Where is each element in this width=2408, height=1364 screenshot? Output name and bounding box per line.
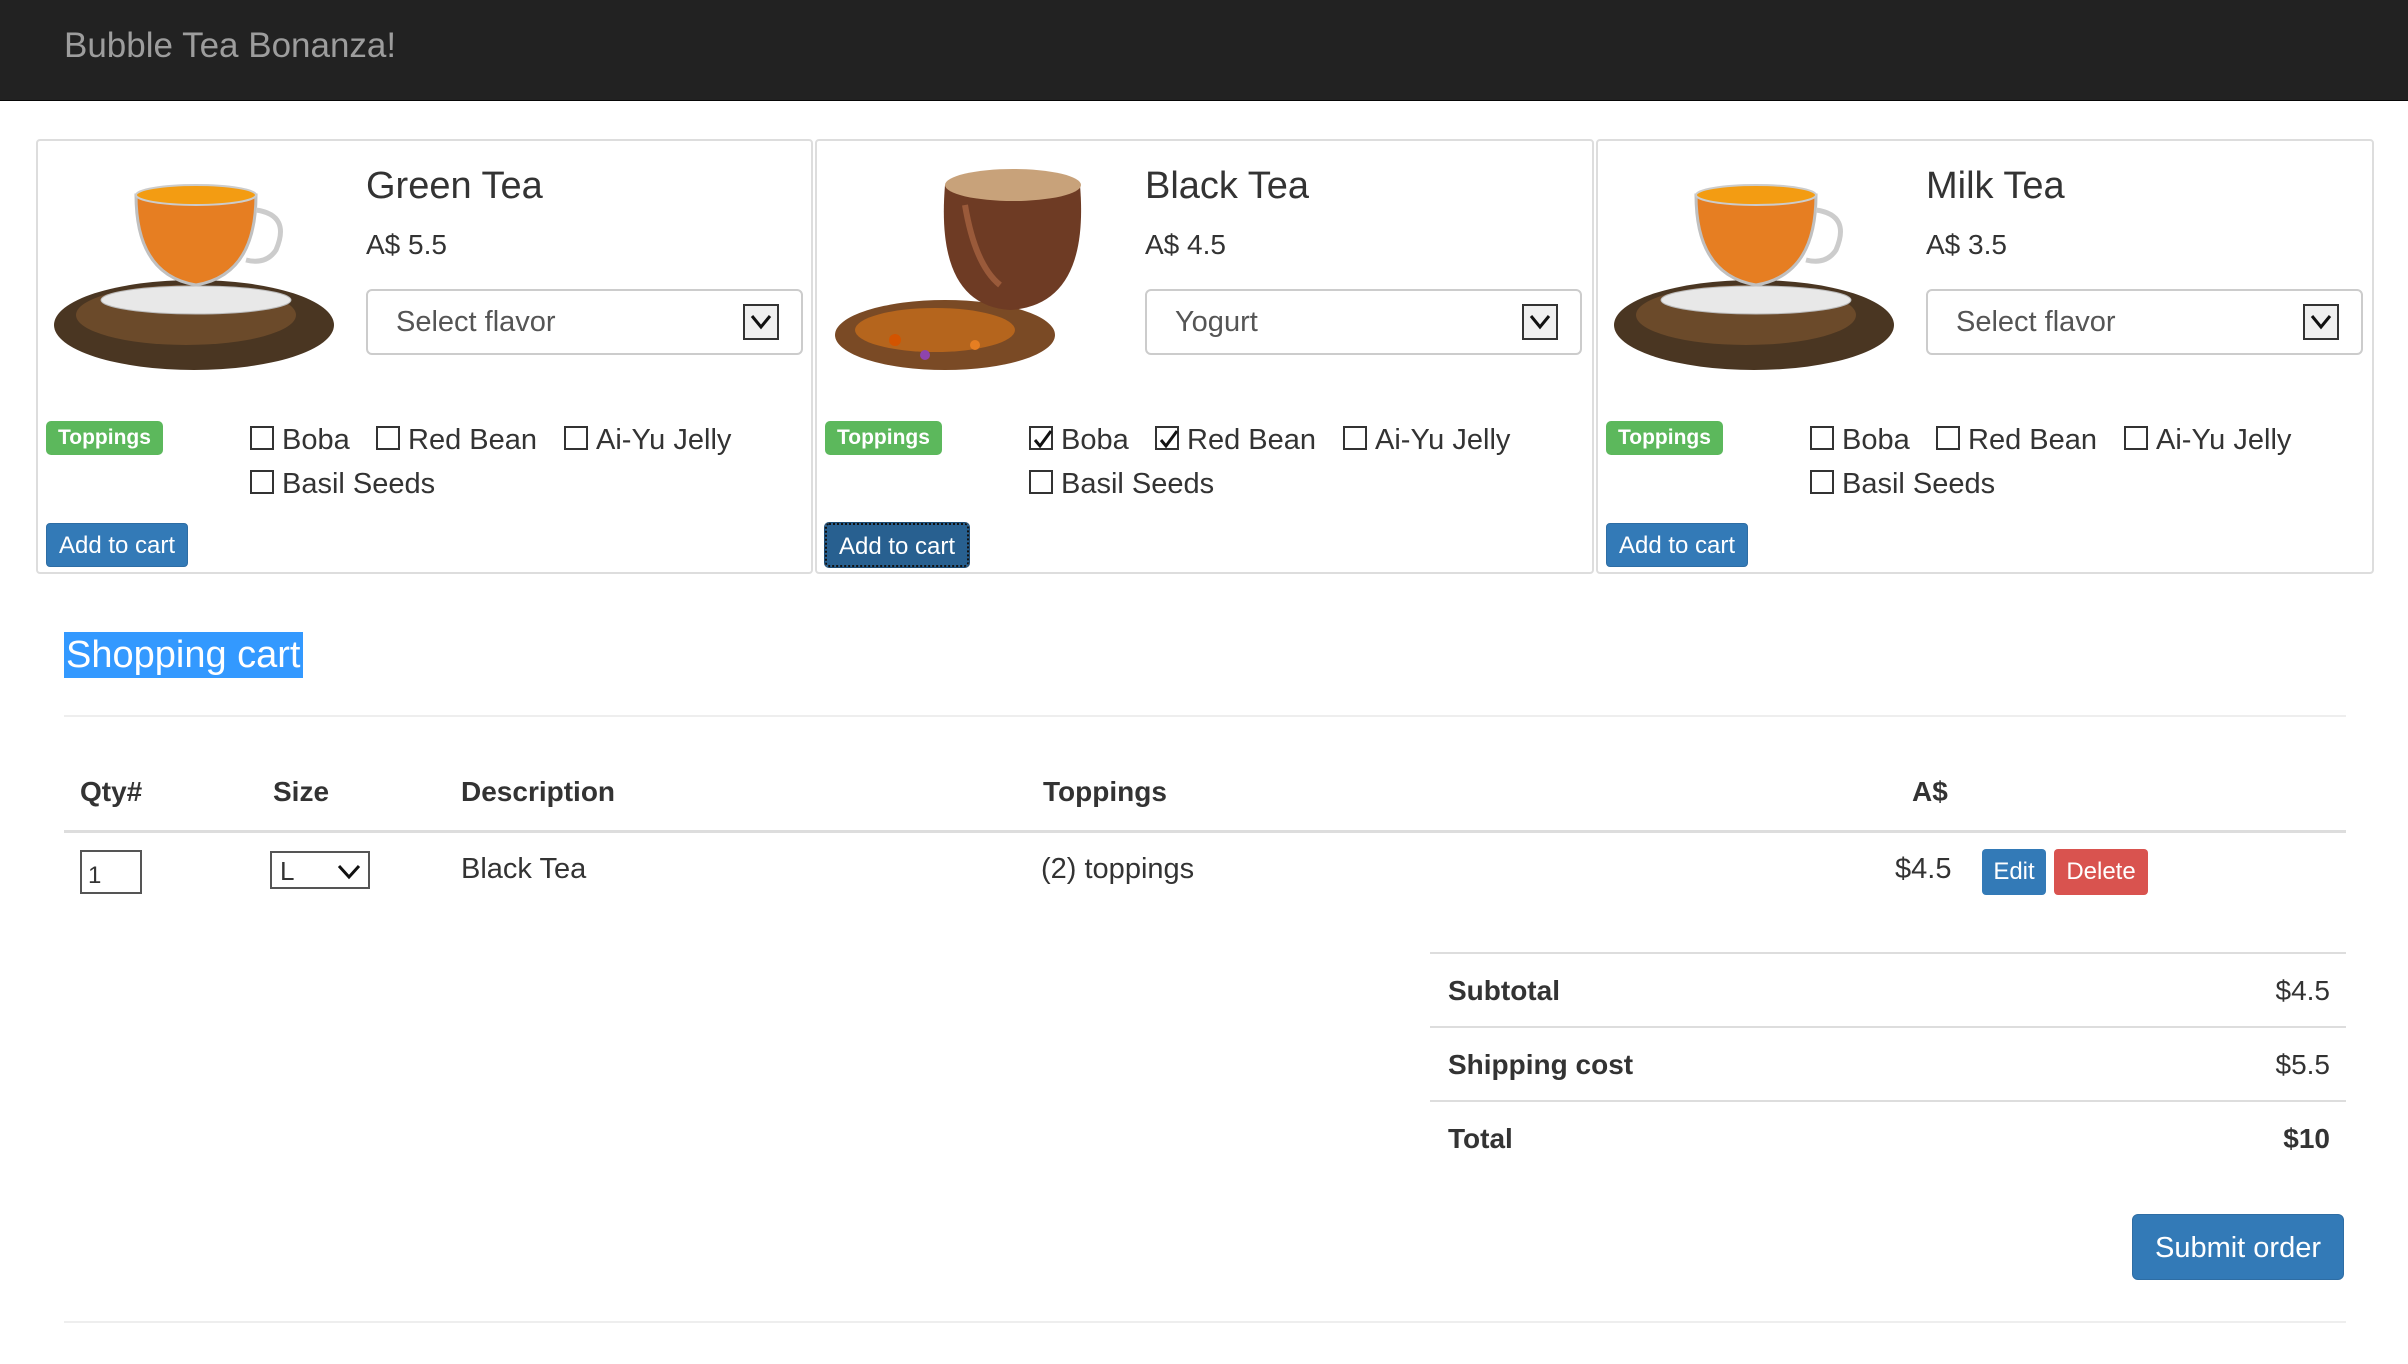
checkbox[interactable] xyxy=(1343,426,1367,450)
header-price: A$ xyxy=(1912,776,1948,807)
tea-cup-image xyxy=(54,184,334,370)
checkbox-checked[interactable] xyxy=(1029,426,1053,450)
summary-divider xyxy=(1430,1100,2346,1102)
flavor-select[interactable]: Select flavor xyxy=(1926,289,2363,355)
checkbox[interactable] xyxy=(1810,470,1834,494)
flavor-select[interactable]: Select flavor xyxy=(366,289,803,355)
product-price: A$ 5.5 xyxy=(366,229,447,260)
product-price: A$ 4.5 xyxy=(1145,229,1226,260)
size-select[interactable]: L xyxy=(270,851,370,889)
toppings-badge: Toppings xyxy=(825,421,942,455)
topping-ai-yu-jelly[interactable]: Ai-Yu Jelly xyxy=(1343,424,1510,457)
checkbox[interactable] xyxy=(250,426,274,450)
topping-boba[interactable]: Boba xyxy=(1810,424,1910,457)
checkbox[interactable] xyxy=(250,470,274,494)
cart-title: Shopping cart xyxy=(64,632,303,678)
header-toppings: Toppings xyxy=(1043,776,1167,807)
flavor-select-value: Select flavor xyxy=(1956,306,2116,338)
row-description: Black Tea xyxy=(461,853,587,885)
header-qty: Qty# xyxy=(80,776,143,807)
checkbox-checked[interactable] xyxy=(1155,426,1179,450)
chevron-down-icon xyxy=(337,864,361,880)
chevron-down-icon[interactable] xyxy=(743,304,779,340)
summary-divider xyxy=(1430,952,2346,954)
checkbox[interactable] xyxy=(376,426,400,450)
total-value: $10 xyxy=(2283,1123,2330,1154)
checkbox[interactable] xyxy=(1029,470,1053,494)
topping-basil-seeds[interactable]: Basil Seeds xyxy=(1029,468,1214,501)
divider xyxy=(64,715,2346,717)
topping-basil-seeds[interactable]: Basil Seeds xyxy=(250,468,435,501)
product-name: Green Tea xyxy=(366,165,543,207)
topping-red-bean[interactable]: Red Bean xyxy=(1936,424,2097,457)
summary-divider xyxy=(1430,1026,2346,1028)
submit-order-button[interactable]: Submit order xyxy=(2132,1214,2344,1280)
toppings-badge: Toppings xyxy=(1606,421,1723,455)
divider xyxy=(64,1321,2346,1323)
chevron-down-icon[interactable] xyxy=(1522,304,1558,340)
delete-button[interactable]: Delete xyxy=(2054,849,2148,895)
size-select-value: L xyxy=(280,856,295,886)
chevron-down-icon[interactable] xyxy=(2303,304,2339,340)
navbar: Bubble Tea Bonanza! xyxy=(0,0,2408,101)
product-card-milk-tea: Milk Tea A$ 3.5 Select flavor Toppings B… xyxy=(1596,139,2374,574)
add-to-cart-button[interactable]: Add to cart xyxy=(46,523,189,567)
product-name: Milk Tea xyxy=(1926,165,2065,207)
qty-input[interactable]: 1 xyxy=(80,850,142,894)
add-to-cart-button[interactable]: Add to cart xyxy=(1606,523,1749,567)
toppings-badge: Toppings xyxy=(46,421,163,455)
add-to-cart-button[interactable]: Add to cart xyxy=(823,522,971,568)
topping-ai-yu-jelly[interactable]: Ai-Yu Jelly xyxy=(2124,424,2291,457)
checkbox[interactable] xyxy=(2124,426,2148,450)
topping-boba[interactable]: Boba xyxy=(250,424,350,457)
tea-bowl-image xyxy=(835,169,1082,370)
topping-red-bean[interactable]: Red Bean xyxy=(376,424,537,457)
product-name: Black Tea xyxy=(1145,165,1310,207)
topping-basil-seeds[interactable]: Basil Seeds xyxy=(1810,468,1995,501)
flavor-select-value: Yogurt xyxy=(1175,306,1258,338)
topping-red-bean[interactable]: Red Bean xyxy=(1155,424,1316,457)
flavor-select[interactable]: Yogurt xyxy=(1145,289,1582,355)
product-card-green-tea: Green Tea A$ 5.5 Select flavor Toppings … xyxy=(36,139,813,574)
flavor-select-value: Select flavor xyxy=(396,306,556,338)
brand-title[interactable]: Bubble Tea Bonanza! xyxy=(64,26,396,66)
row-toppings: (2) toppings xyxy=(1041,853,1195,885)
total-label: Total xyxy=(1448,1123,1513,1154)
product-card-black-tea: Black Tea A$ 4.5 Yogurt Toppings Boba Re… xyxy=(815,139,1594,574)
checkbox[interactable] xyxy=(1810,426,1834,450)
topping-boba[interactable]: Boba xyxy=(1029,424,1129,457)
row-price: $4.5 xyxy=(1895,853,1952,885)
header-description: Description xyxy=(461,776,616,807)
table-header-divider xyxy=(64,830,2346,833)
subtotal-label: Subtotal xyxy=(1448,975,1560,1006)
checkbox[interactable] xyxy=(1936,426,1960,450)
tea-cup-image xyxy=(1614,184,1894,370)
shipping-label: Shipping cost xyxy=(1448,1049,1634,1080)
subtotal-value: $4.5 xyxy=(2275,975,2331,1006)
shipping-value: $5.5 xyxy=(2275,1049,2331,1080)
checkbox[interactable] xyxy=(564,426,588,450)
topping-ai-yu-jelly[interactable]: Ai-Yu Jelly xyxy=(564,424,731,457)
edit-button[interactable]: Edit xyxy=(1982,849,2046,895)
product-price: A$ 3.5 xyxy=(1926,229,2007,260)
header-size: Size xyxy=(273,776,330,807)
